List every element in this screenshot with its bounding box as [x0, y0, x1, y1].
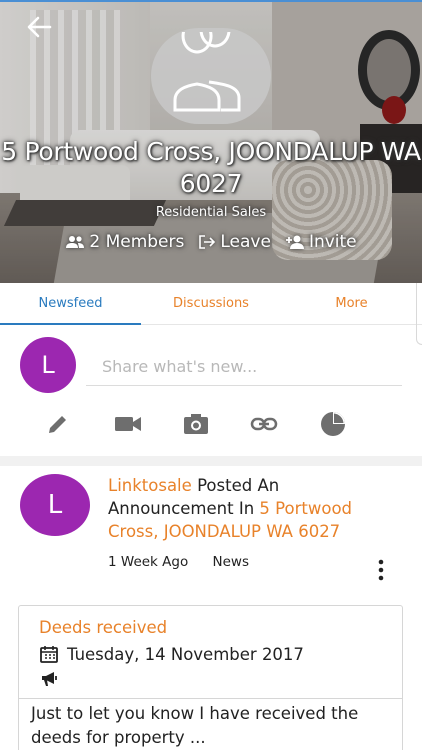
card-divider	[19, 698, 402, 699]
invite-button[interactable]: Invite	[285, 232, 357, 252]
members-label: 2 Members	[89, 232, 185, 252]
link-icon[interactable]	[248, 408, 280, 440]
group-people-icon	[173, 32, 241, 112]
scroll-edge	[416, 283, 422, 345]
composer-toolbar	[0, 408, 422, 440]
leave-icon	[199, 235, 216, 249]
group-actions: 2 Members Leave Invite	[0, 232, 422, 252]
back-arrow-icon[interactable]	[24, 12, 54, 42]
tab-newsfeed[interactable]: Newsfeed	[0, 283, 141, 325]
group-avatar	[151, 28, 271, 124]
calendar-icon	[40, 646, 58, 663]
post-author-avatar[interactable]: L	[20, 474, 90, 536]
members-icon	[66, 236, 85, 248]
group-category: Residential Sales	[155, 205, 267, 220]
group-title: 5 Portwood Cross, JOONDALUP WA 6027	[1, 137, 421, 198]
share-input[interactable]: Share what's new...	[86, 348, 402, 386]
leave-button[interactable]: Leave	[198, 232, 271, 252]
announcement-date: Tuesday, 14 November 2017	[67, 644, 304, 664]
invite-label: Invite	[308, 232, 357, 252]
status-accent-line	[0, 0, 422, 2]
post-tag: News	[212, 554, 250, 570]
tab-discussions[interactable]: Discussions	[141, 283, 281, 325]
pencil-icon[interactable]	[42, 408, 74, 440]
post-author-link[interactable]: Linktosale	[108, 476, 192, 495]
post-header: Linktosale Posted An Announcement In 5 P…	[108, 474, 398, 543]
announcement-body: Just to let you know I have received the…	[31, 704, 359, 747]
tab-more[interactable]: More	[281, 283, 422, 325]
group-cover: 5 Portwood Cross, JOONDALUP WA 6027 Resi…	[0, 0, 422, 283]
avatar[interactable]: L	[20, 337, 76, 393]
post-meta: 1 Week Ago News	[108, 554, 269, 570]
announcement-card[interactable]: Deeds received Tuesday, 14 November 2017…	[18, 605, 403, 750]
members-button[interactable]: 2 Members	[65, 232, 184, 252]
poll-icon[interactable]	[317, 408, 349, 440]
leave-label: Leave	[220, 232, 271, 252]
megaphone-icon	[39, 670, 59, 692]
video-icon[interactable]	[112, 408, 144, 440]
camera-icon[interactable]	[180, 408, 212, 440]
add-person-icon	[285, 235, 304, 249]
section-divider	[0, 456, 422, 466]
post-time: 1 Week Ago	[108, 554, 189, 570]
announcement-date-row: Tuesday, 14 November 2017	[39, 644, 304, 664]
announcement-title: Deeds received	[39, 618, 168, 637]
tab-bar: Newsfeed Discussions More	[0, 283, 422, 325]
more-options-icon[interactable]	[373, 558, 389, 582]
